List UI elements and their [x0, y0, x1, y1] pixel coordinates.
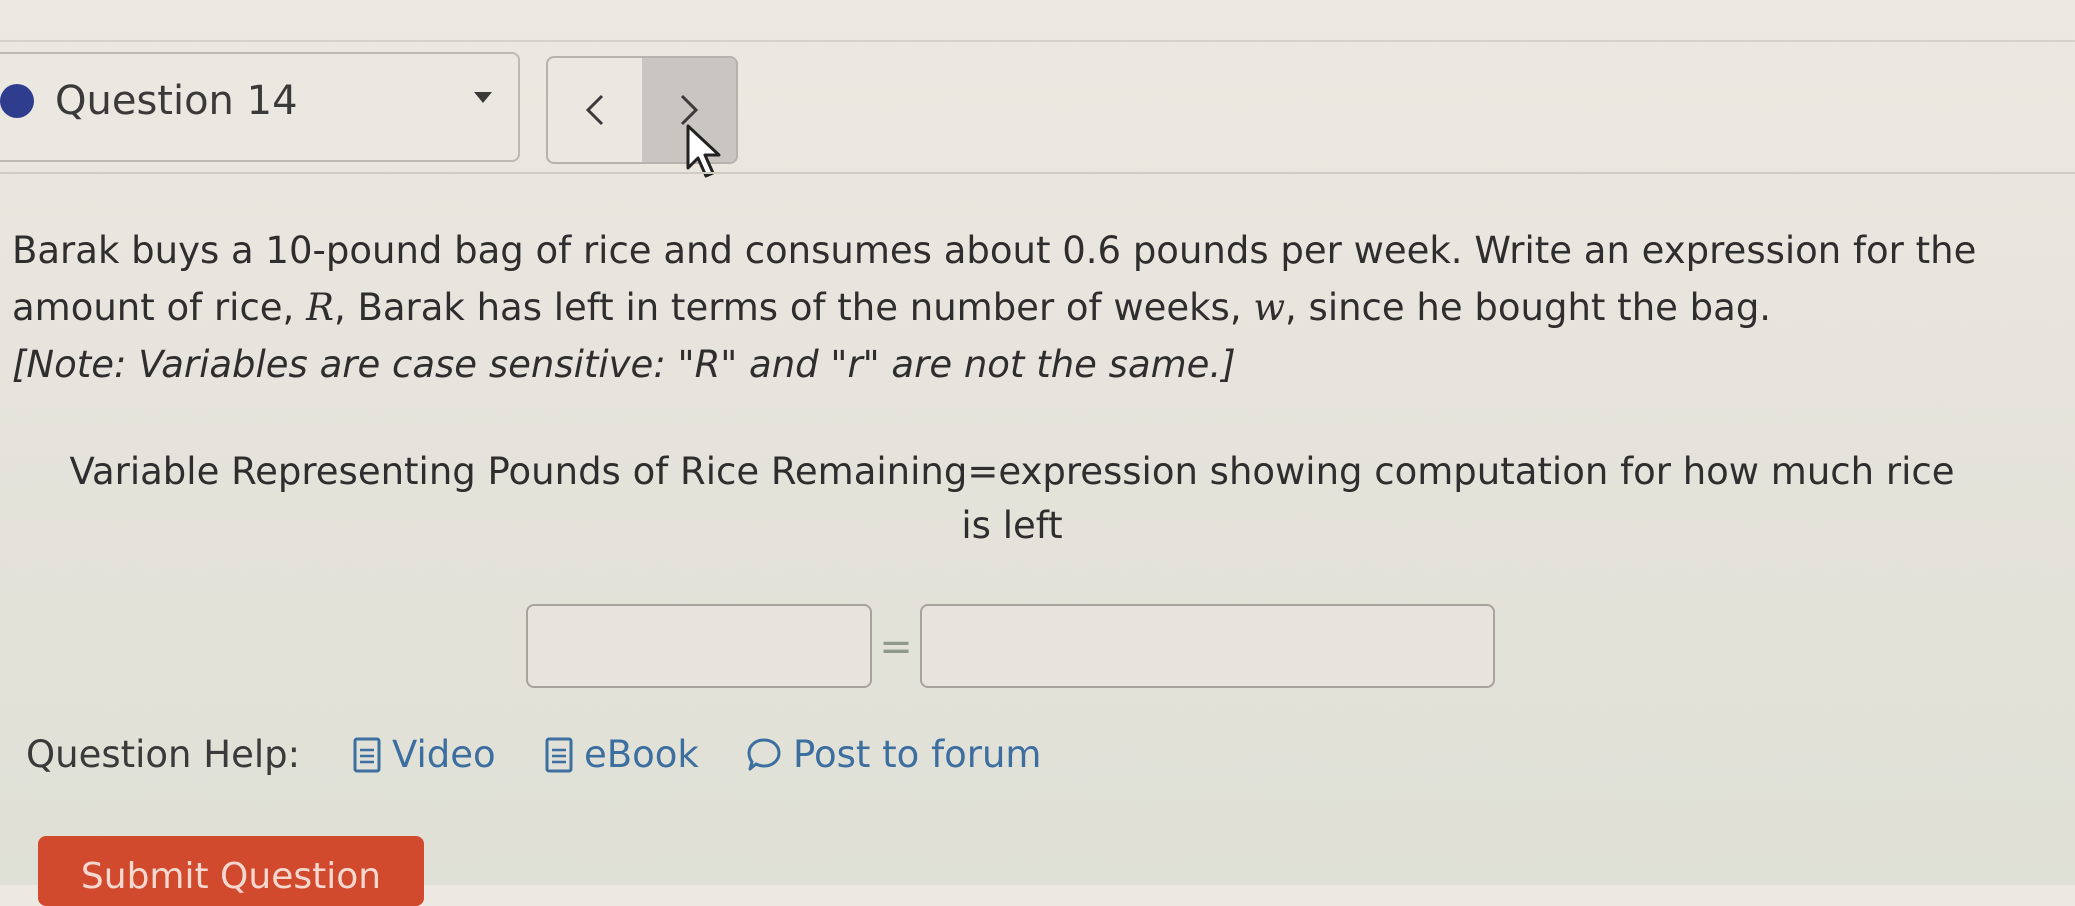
- submit-question-button[interactable]: Submit Question: [38, 836, 424, 906]
- variable-answer-input[interactable]: [526, 604, 872, 688]
- speech-bubble-icon: [747, 738, 781, 770]
- problem-note: [Note: Variables are case sensitive: "R"…: [12, 343, 1236, 386]
- variable-w: w: [1253, 286, 1286, 329]
- ebook-link[interactable]: eBook: [544, 733, 699, 776]
- question-label: Question 14: [55, 78, 298, 124]
- problem-text-b: , Barak has left in terms of the number …: [333, 286, 1254, 329]
- problem-statement: Barak buys a 10-pound bag of rice and co…: [12, 222, 2012, 393]
- variable-r: R: [306, 286, 334, 329]
- post-to-forum-link[interactable]: Post to forum: [745, 733, 1041, 776]
- ebook-link-label[interactable]: eBook: [584, 733, 699, 776]
- answer-format-line-2: is left: [961, 504, 1063, 547]
- answer-format-description: Variable Representing Pounds of Rice Rem…: [12, 445, 2012, 553]
- caret-down-icon[interactable]: [474, 92, 492, 103]
- post-to-forum-label[interactable]: Post to forum: [793, 733, 1041, 776]
- previous-question-button[interactable]: [548, 58, 644, 162]
- top-divider: [0, 40, 2075, 42]
- equals-sign: =: [879, 624, 913, 670]
- document-icon: [545, 737, 573, 772]
- problem-text-c: , since he bought the bag.: [1285, 286, 1772, 329]
- video-link[interactable]: Video: [352, 733, 496, 776]
- answer-format-line-1: Variable Representing Pounds of Rice Rem…: [69, 450, 1955, 493]
- header-divider: [0, 172, 2075, 174]
- chevron-left-icon: [585, 94, 604, 126]
- question-help-label: Question Help:: [26, 733, 301, 776]
- question-status-dot: [0, 84, 34, 118]
- video-link-label[interactable]: Video: [392, 733, 496, 776]
- document-icon: [353, 737, 381, 772]
- expression-answer-input[interactable]: [920, 604, 1495, 688]
